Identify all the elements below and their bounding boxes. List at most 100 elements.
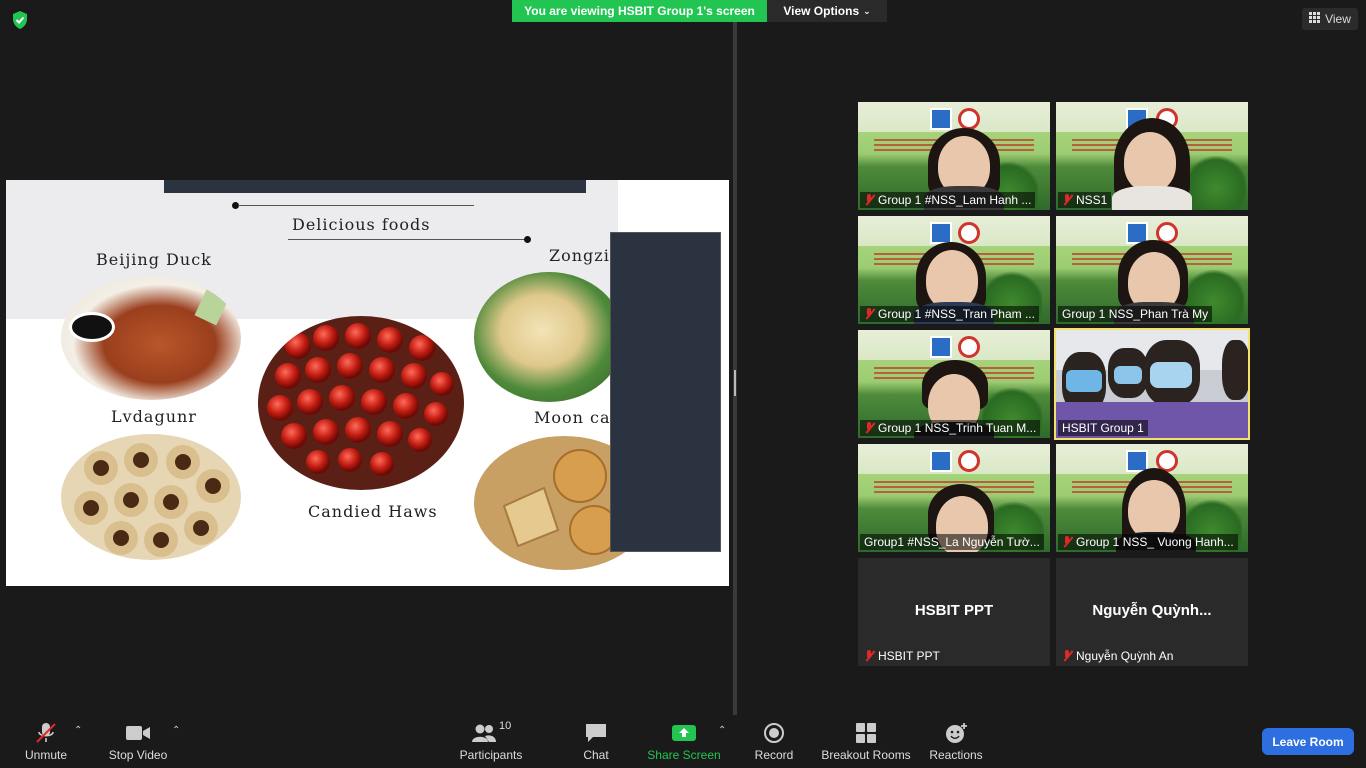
breakout-rooms-button[interactable]: Breakout Rooms: [818, 715, 914, 768]
zongzi-image: [474, 272, 624, 402]
breakout-rooms-icon: [853, 722, 879, 744]
label-beijing-duck: Beijing Duck: [96, 250, 212, 269]
mic-muted-icon: [1062, 194, 1072, 206]
sauce-bowl: [69, 312, 115, 342]
shared-screen: Delicious foods Beijing Duck Zongzi Lvda…: [6, 180, 729, 586]
video-tile-no-video[interactable]: HSBIT PPT HSBIT PPT: [858, 558, 1050, 666]
video-tile[interactable]: Group 1 NSS_Trinh Tuan M...: [858, 330, 1050, 438]
grid-icon: [1309, 12, 1321, 26]
reactions-label: Reactions: [929, 748, 983, 762]
face-mask: [1066, 370, 1102, 392]
label-lvdagunr: Lvdagunr: [111, 407, 197, 426]
view-button[interactable]: View: [1302, 8, 1358, 30]
slide-decor-line: [238, 205, 474, 206]
video-options-caret-icon[interactable]: ⌃: [172, 725, 180, 736]
participant-body: [1112, 186, 1192, 210]
label-candied-haws: Candied Haws: [308, 502, 438, 521]
participant-display-name: HSBIT PPT: [914, 602, 994, 619]
face-mask: [1114, 366, 1142, 384]
lvdagunr-image: [61, 434, 241, 560]
participant-name-label: Group 1 NSS_Trinh Tuan M...: [860, 420, 1041, 436]
viewing-screen-banner: You are viewing HSBIT Group 1's screen: [512, 0, 767, 22]
mic-muted-icon: [1062, 650, 1072, 662]
unmute-label: Unmute: [24, 748, 68, 762]
participant-display-name: Nguyễn Quỳnh...: [1092, 602, 1212, 619]
video-tile[interactable]: Group1 #NSS_La Nguyễn Tườ...: [858, 444, 1050, 552]
video-tile-no-video[interactable]: Nguyễn Quỳnh... Nguyễn Quỳnh An: [1056, 558, 1248, 666]
share-options-caret-icon[interactable]: ⌃: [718, 725, 726, 736]
face-mask: [1150, 362, 1192, 388]
reactions-button[interactable]: Reactions: [926, 715, 986, 768]
video-tile-active-speaker[interactable]: HSBIT Group 1: [1054, 328, 1250, 440]
security-shield-icon[interactable]: [10, 10, 30, 30]
stop-video-button[interactable]: Stop Video: [106, 715, 170, 768]
school-logo-icon: [958, 222, 980, 244]
unmute-button[interactable]: Unmute: [18, 715, 74, 768]
chat-bubble-icon: [583, 722, 609, 744]
video-tile[interactable]: Group 1 NSS_ Vuong Hanh...: [1056, 444, 1248, 552]
slide-heading: Delicious foods: [292, 215, 431, 234]
share-screen-button[interactable]: Share Screen: [646, 715, 722, 768]
school-logo-icon: [958, 108, 980, 130]
record-button[interactable]: Record: [748, 715, 800, 768]
video-camera-icon: [125, 722, 151, 744]
split-view-divider[interactable]: [733, 22, 737, 715]
video-tile[interactable]: Group 1 #NSS_Tran Pham ...: [858, 216, 1050, 324]
video-tile[interactable]: Group 1 #NSS_Lam Hanh ...: [858, 102, 1050, 210]
participant-name-label: Group 1 NSS_Phan Trà My: [1058, 306, 1213, 322]
mic-muted-icon: [864, 194, 874, 206]
participant-name-label: NSS1: [1058, 192, 1112, 208]
share-screen-icon: [671, 722, 697, 744]
leave-room-button[interactable]: Leave Room: [1262, 728, 1354, 755]
breakout-rooms-label: Breakout Rooms: [821, 748, 911, 762]
mic-muted-icon: [1062, 536, 1072, 548]
school-logo-icon: [930, 450, 952, 472]
view-options-button[interactable]: View Options ⌄: [767, 0, 887, 22]
participant-hair: [1222, 340, 1248, 400]
school-logo-icon: [930, 336, 952, 358]
fern-decor: [1186, 152, 1246, 210]
mic-muted-icon: [864, 308, 874, 320]
participant-name-label: HSBIT Group 1: [1058, 420, 1148, 436]
mic-muted-icon: [33, 722, 59, 744]
chevron-down-icon: ⌄: [863, 5, 871, 16]
school-logo-icon: [930, 222, 952, 244]
participant-face: [1124, 132, 1176, 192]
participant-name-label: Group 1 #NSS_Tran Pham ...: [860, 306, 1039, 322]
slide-top-bar: [164, 180, 586, 193]
reactions-smiley-icon: [943, 722, 969, 744]
video-tile[interactable]: Group 1 NSS_Phan Trà My: [1056, 216, 1248, 324]
view-label: View: [1325, 12, 1351, 26]
participant-face: [1128, 480, 1180, 540]
participant-name-label: Group 1 #NSS_Lam Hanh ...: [860, 192, 1036, 208]
video-tile[interactable]: NSS1: [1056, 102, 1248, 210]
participant-name-label: Nguyễn Quỳnh An: [1058, 648, 1177, 664]
record-label: Record: [754, 748, 794, 762]
slide-overlay-panel: [610, 232, 721, 552]
school-logo-icon: [958, 336, 980, 358]
participant-name-label: HSBIT PPT: [860, 648, 944, 664]
meeting-toolbar: Unmute ⌃ Stop Video ⌃ 10 Participants Ch…: [0, 715, 1366, 768]
slide-decor-line: [288, 239, 526, 240]
participants-icon: 10: [471, 720, 512, 744]
chat-button[interactable]: Chat: [570, 715, 622, 768]
participant-name-label: Group1 #NSS_La Nguyễn Tườ...: [860, 534, 1044, 550]
view-options-label: View Options: [783, 4, 860, 18]
participant-face: [926, 250, 978, 310]
school-logo-icon: [958, 450, 980, 472]
record-icon: [761, 722, 787, 744]
label-zongzi: Zongzi: [549, 246, 610, 265]
slide-decor-dot: [524, 236, 531, 243]
beijing-duck-image: [61, 276, 241, 400]
school-logo-icon: [930, 108, 952, 130]
mic-muted-icon: [864, 650, 874, 662]
divider-drag-handle[interactable]: [734, 370, 736, 396]
participants-label: Participants: [459, 748, 523, 762]
audio-options-caret-icon[interactable]: ⌃: [74, 725, 82, 736]
stop-video-label: Stop Video: [108, 748, 168, 762]
participants-button[interactable]: 10 Participants: [456, 715, 526, 768]
share-screen-label: Share Screen: [647, 748, 721, 762]
participants-count: 10: [499, 720, 512, 732]
participant-name-label: Group 1 NSS_ Vuong Hanh...: [1058, 534, 1238, 550]
chat-label: Chat: [583, 748, 609, 762]
